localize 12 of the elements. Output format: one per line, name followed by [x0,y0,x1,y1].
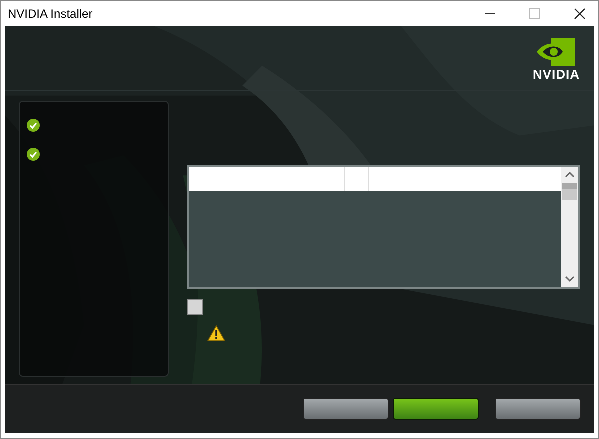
close-icon[interactable] [574,8,586,20]
primary-button[interactable] [393,398,479,420]
logo-text: NVIDIA [532,67,580,82]
scrollbar[interactable] [561,167,578,287]
scroll-up-icon[interactable] [564,171,574,179]
scroll-thumb[interactable] [562,183,577,200]
eye-icon [537,38,576,66]
window-title: NVIDIA Installer [7,6,94,20]
button[interactable] [303,398,389,420]
checkbox[interactable] [187,299,203,315]
button[interactable] [495,398,581,420]
scroll-down-icon[interactable] [564,275,574,283]
